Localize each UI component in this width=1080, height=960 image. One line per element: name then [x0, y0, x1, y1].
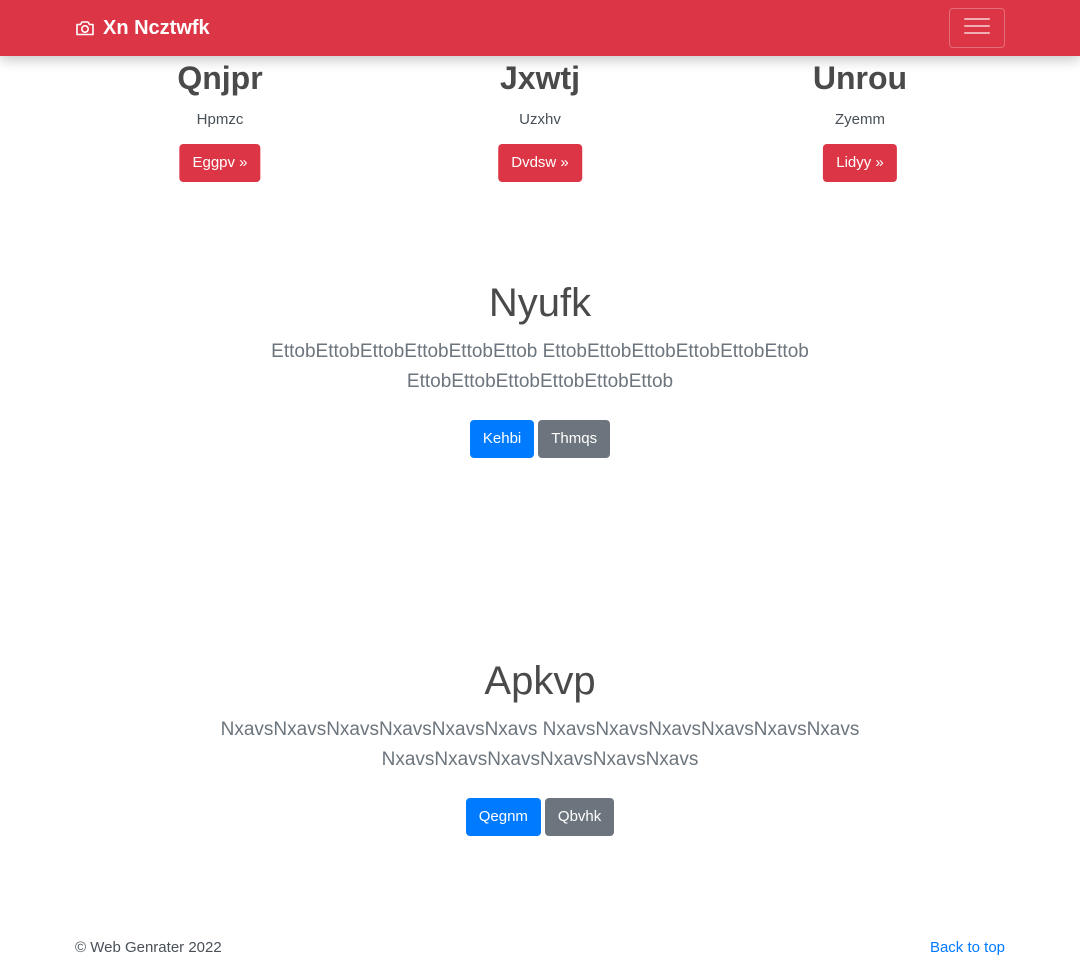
section-lead-line: NxavsNxavsNxavsNxavsNxavsNxavs NxavsNxav… — [220, 719, 860, 740]
copyright-text: © Web Genrater 2022 — [75, 939, 222, 956]
feature-title: Qnjpr — [177, 60, 263, 96]
section-lead-line: EttobEttobEttobEttobEttobEttob — [406, 371, 674, 392]
feature-button[interactable]: Dvdsw » — [498, 143, 582, 182]
feature-text: Hpmzc — [196, 110, 244, 128]
secondary-button[interactable]: Qbvhk — [544, 798, 615, 836]
section-lead-line: EttobEttobEttobEttobEttobEttob EttobEtto… — [271, 341, 809, 362]
hamburger-menu-icon — [963, 15, 991, 42]
feature-text: Uzxhv — [519, 110, 561, 128]
feature-title: Jxwtj — [499, 60, 581, 96]
section-actions: Qegnm Qbvhk — [0, 798, 1080, 836]
primary-button[interactable]: Kehbi — [469, 420, 535, 458]
feature-column: Qnjpr Hpmzc Eggpv » — [177, 56, 263, 182]
jumbotron-section: Apkvp NxavsNxavsNxavsNxavsNxavsNxavs Nxa… — [0, 657, 1080, 836]
feature-button[interactable]: Lidyy » — [823, 143, 897, 182]
section-lead: NxavsNxavsNxavsNxavsNxavsNxavs NxavsNxav… — [0, 715, 1080, 775]
feature-column: Jxwtj Uzxhv Dvdsw » — [498, 56, 582, 182]
section-actions: Kehbi Thmqs — [0, 420, 1080, 458]
section-lead-line: NxavsNxavsNxavsNxavsNxavsNxavs — [381, 749, 699, 770]
camera-icon — [75, 18, 95, 38]
footer: © Web Genrater 2022 Back to top — [0, 930, 1080, 960]
jumbotron-section: Nyufk EttobEttobEttobEttobEttobEttob Ett… — [0, 279, 1080, 458]
secondary-button[interactable]: Thmqs — [538, 420, 611, 458]
navbar: Xn Ncztwfk — [0, 0, 1080, 56]
section-lead: EttobEttobEttobEttobEttobEttob EttobEtto… — [0, 337, 1080, 397]
navbar-toggler-button[interactable] — [949, 8, 1005, 48]
brand-name: Xn Ncztwfk — [103, 16, 210, 39]
feature-column: Unrou Zyemm Lidyy » — [813, 56, 907, 182]
brand-link[interactable]: Xn Ncztwfk — [75, 0, 210, 56]
feature-title: Unrou — [812, 60, 908, 96]
primary-button[interactable]: Qegnm — [465, 798, 541, 836]
back-to-top-link[interactable]: Back to top — [930, 939, 1005, 956]
section-title: Nyufk — [488, 281, 592, 325]
feature-button[interactable]: Eggpv » — [179, 143, 261, 182]
feature-text: Zyemm — [834, 110, 885, 128]
section-title: Apkvp — [484, 659, 596, 703]
